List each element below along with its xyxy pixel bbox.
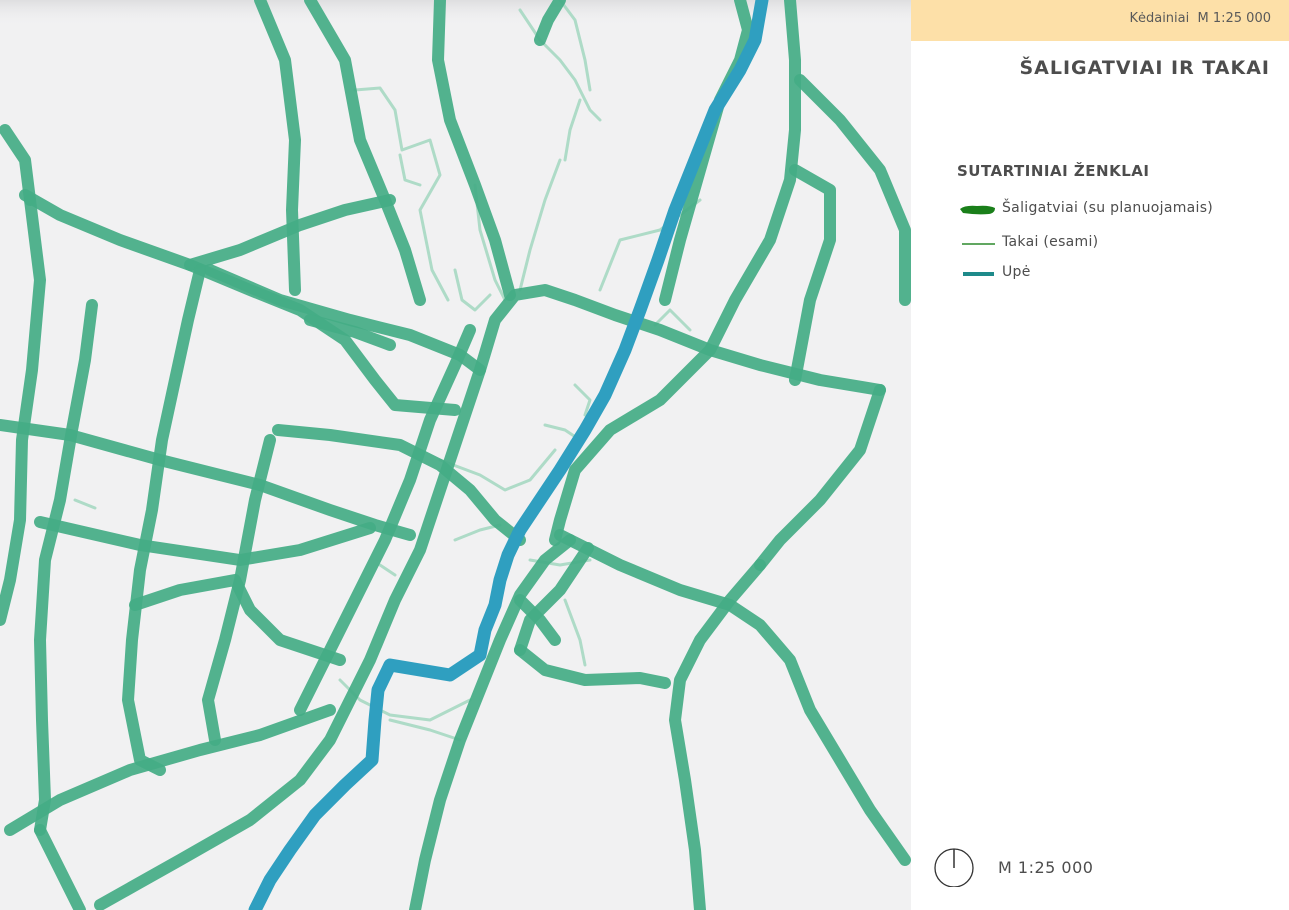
header-text: Kėdainiai M 1:25 000 <box>1129 11 1271 26</box>
trail <box>353 86 450 302</box>
header-bar: Kėdainiai M 1:25 000 <box>911 0 1289 41</box>
sidewalk <box>129 574 346 666</box>
trail <box>73 498 97 510</box>
page-title: ŠALIGATVIAI IR TAKAI <box>1019 57 1270 79</box>
trail <box>378 563 397 577</box>
trail <box>518 8 602 122</box>
map-area[interactable] <box>0 0 911 910</box>
trail <box>388 718 462 742</box>
river-swatch-icon <box>963 272 994 276</box>
legend-title: SUTARTINIAI ŽENKLAI <box>957 162 1150 180</box>
sidewalk <box>272 424 526 546</box>
sidewalk <box>659 0 754 306</box>
sidewalk <box>34 299 98 836</box>
side-panel: Kėdainiai M 1:25 000 ŠALIGATVIAI IR TAKA… <box>911 0 1289 910</box>
sidewalk <box>34 824 86 910</box>
scale-label: M 1:25 000 <box>998 858 1094 877</box>
sidewalk <box>514 644 671 689</box>
legend-label: Takai (esami) <box>1002 234 1099 250</box>
sidewalk <box>4 704 336 836</box>
north-arrow-icon <box>934 848 974 887</box>
sidewalk <box>754 384 886 571</box>
sidewalk <box>0 194 46 626</box>
sidewalk <box>34 516 376 566</box>
trail <box>398 153 422 187</box>
trail <box>453 523 502 542</box>
sidewalk <box>432 0 516 301</box>
sidewalk <box>254 0 301 296</box>
sidewalk <box>554 529 911 866</box>
legend-label: Šaligatviai (su planuojamais) <box>1002 200 1214 216</box>
trail <box>563 598 587 667</box>
trail <box>453 268 492 312</box>
map-drawing <box>0 0 911 910</box>
sidewalk <box>789 164 836 386</box>
trail-swatch-icon <box>962 243 995 245</box>
sidewalk-swatch-icon <box>960 205 995 215</box>
sidewalks <box>0 0 911 910</box>
trail <box>573 383 592 417</box>
legend-label: Upė <box>1002 264 1031 280</box>
trail <box>518 158 562 292</box>
sidewalk <box>122 264 206 776</box>
trail <box>563 98 582 162</box>
